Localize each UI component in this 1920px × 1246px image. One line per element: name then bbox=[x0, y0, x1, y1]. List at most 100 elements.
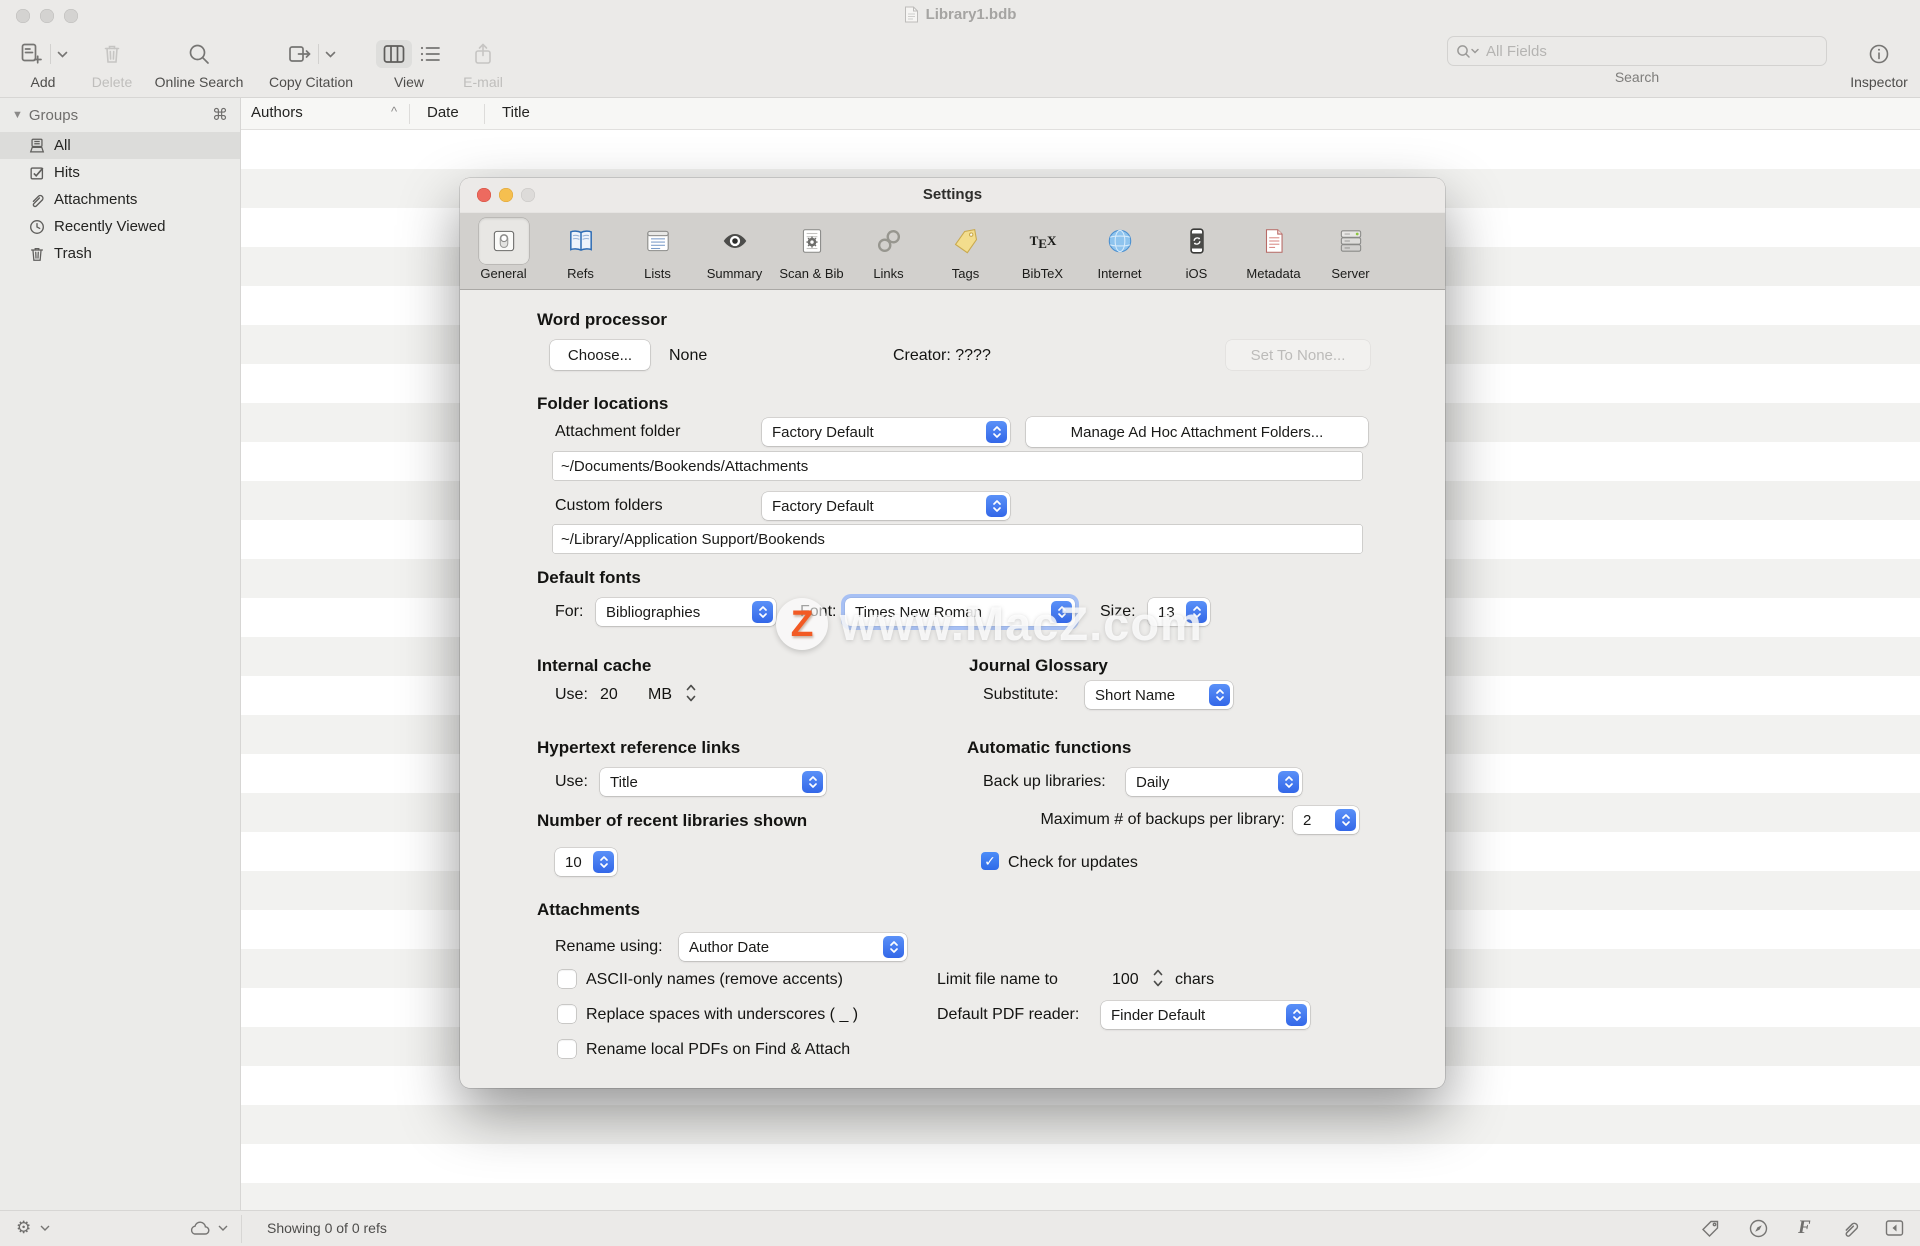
book-icon bbox=[556, 218, 606, 264]
column-divider[interactable] bbox=[484, 104, 485, 124]
search-field[interactable] bbox=[1447, 36, 1827, 66]
default-pdf-reader-select[interactable]: Finder Default bbox=[1101, 1001, 1310, 1029]
copy-citation-chevron-icon[interactable] bbox=[325, 51, 336, 58]
tab-internet[interactable]: Internet bbox=[1081, 213, 1158, 289]
sidebar-item-attachments[interactable]: Attachments bbox=[0, 186, 240, 213]
add-button[interactable]: Add bbox=[14, 36, 72, 90]
sidebar-item-hits[interactable]: Hits bbox=[0, 159, 240, 186]
default-fonts-heading: Default fonts bbox=[537, 568, 641, 588]
chain-link-icon bbox=[864, 218, 914, 264]
attachment-folder-select[interactable]: Factory Default bbox=[762, 418, 1010, 446]
metadata-document-icon bbox=[1249, 218, 1299, 264]
tab-summary[interactable]: Summary bbox=[696, 213, 773, 289]
settings-dialog: Settings General Refs Lists Summary bbox=[460, 178, 1445, 1088]
copy-citation-button[interactable]: Copy Citation bbox=[251, 36, 371, 90]
tab-server[interactable]: Server bbox=[1312, 213, 1389, 289]
limit-filename-value[interactable]: 100 bbox=[1112, 971, 1139, 989]
rename-local-pdfs-checkbox[interactable] bbox=[558, 1040, 576, 1058]
disclosure-triangle-icon[interactable]: ▼ bbox=[12, 109, 23, 121]
size-label: Size: bbox=[1100, 603, 1136, 621]
for-select[interactable]: Bibliographies bbox=[596, 598, 776, 626]
tab-links[interactable]: Links bbox=[850, 213, 927, 289]
replace-spaces-checkbox[interactable] bbox=[558, 1005, 576, 1023]
sort-indicator: ^ bbox=[391, 104, 397, 119]
cache-size-value[interactable]: 20 bbox=[600, 686, 618, 704]
manage-adhoc-folders-button[interactable]: Manage Ad Hoc Attachment Folders... bbox=[1026, 417, 1368, 447]
cloud-icon[interactable] bbox=[188, 1219, 212, 1237]
popup-chevrons-icon bbox=[752, 601, 773, 623]
popup-chevrons-icon bbox=[1209, 684, 1230, 706]
gear-icon[interactable]: ⚙ bbox=[16, 1219, 31, 1237]
cache-unit-label: MB bbox=[648, 686, 672, 704]
cloud-chevron-icon[interactable] bbox=[218, 1225, 228, 1231]
library-icon bbox=[28, 137, 46, 155]
add-chevron-icon[interactable] bbox=[57, 51, 68, 58]
attachment-path-field[interactable]: ~/Documents/Bookends/Attachments bbox=[553, 452, 1362, 480]
popup-chevrons-icon bbox=[1335, 809, 1356, 831]
clock-icon bbox=[28, 218, 46, 236]
ascii-only-checkbox[interactable] bbox=[558, 970, 576, 988]
hypertext-links-heading: Hypertext reference links bbox=[537, 738, 740, 758]
divider bbox=[241, 1215, 242, 1243]
attachment-paperclip-icon[interactable] bbox=[1840, 1218, 1861, 1239]
attachment-folder-label: Attachment folder bbox=[555, 423, 680, 441]
checkbox-check-icon bbox=[28, 164, 46, 182]
sidebar-item-trash[interactable]: Trash bbox=[0, 240, 240, 267]
max-backups-select[interactable]: 2 bbox=[1293, 806, 1359, 834]
custom-folders-select[interactable]: Factory Default bbox=[762, 492, 1010, 520]
recent-libraries-select[interactable]: 10 bbox=[555, 848, 617, 876]
column-title[interactable]: Title bbox=[502, 104, 530, 121]
cache-use-label: Use: bbox=[555, 686, 588, 704]
automatic-functions-heading: Automatic functions bbox=[967, 738, 1131, 758]
column-date[interactable]: Date bbox=[427, 104, 459, 121]
collapse-panel-icon[interactable] bbox=[1884, 1219, 1905, 1237]
sidebar-item-recently-viewed[interactable]: Recently Viewed bbox=[0, 213, 240, 240]
tab-metadata[interactable]: Metadata bbox=[1235, 213, 1312, 289]
inspector-button[interactable]: Inspector bbox=[1843, 36, 1915, 90]
formatting-icon[interactable]: F bbox=[1798, 1217, 1811, 1239]
divider bbox=[50, 44, 51, 64]
size-select[interactable]: 13 bbox=[1148, 598, 1210, 626]
search-magnifier-icon[interactable] bbox=[1456, 44, 1480, 59]
tab-general[interactable]: General bbox=[465, 213, 542, 289]
email-button[interactable]: E-mail bbox=[448, 36, 518, 90]
gear-chevron-icon[interactable] bbox=[40, 1225, 50, 1231]
settings-title: Settings bbox=[460, 186, 1445, 203]
backup-frequency-select[interactable]: Daily bbox=[1126, 768, 1302, 796]
tab-refs[interactable]: Refs bbox=[542, 213, 619, 289]
view-columns-button[interactable] bbox=[376, 40, 412, 68]
view-list-button[interactable] bbox=[418, 43, 442, 65]
tab-lists[interactable]: Lists bbox=[619, 213, 696, 289]
tab-scan-bib[interactable]: Scan & Bib bbox=[773, 213, 850, 289]
column-authors[interactable]: Authors bbox=[251, 104, 303, 121]
status-bar: ⚙ Showing 0 of 0 refs F bbox=[0, 1210, 1920, 1246]
document-proxy-icon bbox=[904, 6, 919, 23]
attachments-heading: Attachments bbox=[537, 900, 640, 920]
tab-ios[interactable]: iOS bbox=[1158, 213, 1235, 289]
cache-stepper[interactable] bbox=[684, 681, 698, 703]
column-divider[interactable] bbox=[409, 104, 410, 124]
set-to-none-button[interactable]: Set To None... bbox=[1226, 340, 1370, 370]
document-gear-icon bbox=[787, 218, 837, 264]
check-for-updates-checkbox[interactable] bbox=[981, 852, 999, 870]
font-select[interactable]: Times New Roman bbox=[845, 598, 1075, 626]
main-toolbar: Add Delete Online Search Copy Ci bbox=[0, 32, 1920, 98]
limit-filename-stepper[interactable] bbox=[1151, 966, 1165, 988]
tag-icon[interactable] bbox=[1700, 1218, 1721, 1239]
tab-bibtex[interactable]: TEX BibTeX bbox=[1004, 213, 1081, 289]
journal-glossary-heading: Journal Glossary bbox=[969, 656, 1108, 676]
server-icon bbox=[1326, 218, 1376, 264]
sidebar-item-all[interactable]: All bbox=[0, 132, 240, 159]
tab-tags[interactable]: Tags bbox=[927, 213, 1004, 289]
delete-button[interactable]: Delete bbox=[86, 36, 138, 90]
rename-using-select[interactable]: Author Date bbox=[679, 933, 907, 961]
hypertext-use-select[interactable]: Title bbox=[600, 768, 826, 796]
browse-compass-icon[interactable] bbox=[1748, 1218, 1769, 1239]
list-column-headers: Authors ^ Date Title bbox=[241, 98, 1920, 130]
search-input[interactable] bbox=[1484, 42, 1788, 61]
groups-header[interactable]: ▼ Groups ⌘ bbox=[0, 98, 240, 132]
custom-folders-path-field[interactable]: ~/Library/Application Support/Bookends bbox=[553, 525, 1362, 553]
substitute-select[interactable]: Short Name bbox=[1085, 681, 1233, 709]
online-search-button[interactable]: Online Search bbox=[144, 36, 254, 90]
choose-button[interactable]: Choose... bbox=[550, 340, 650, 370]
